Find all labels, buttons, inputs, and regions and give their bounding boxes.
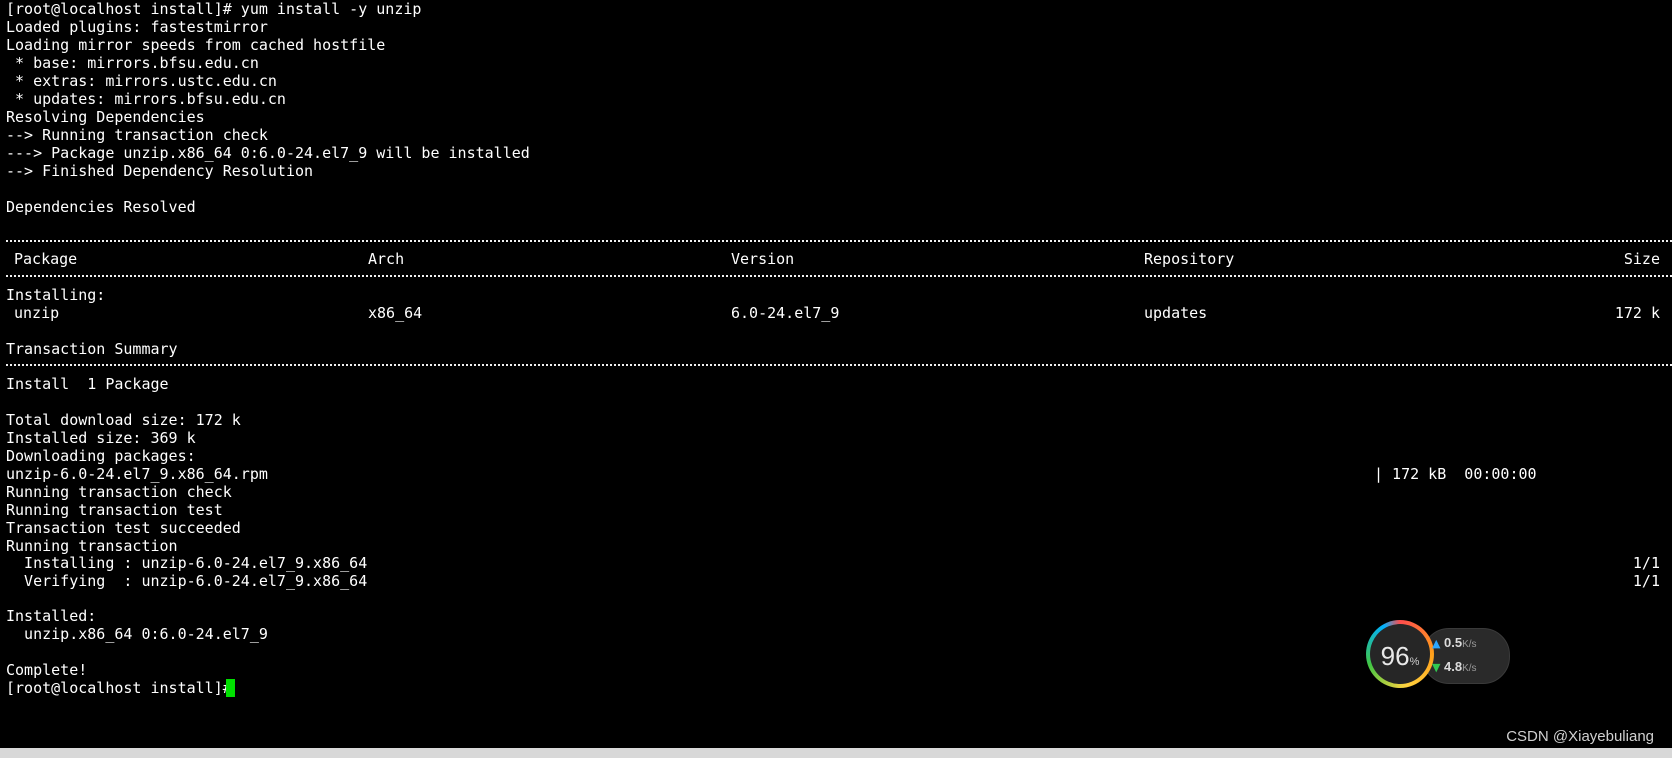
download-stats: | 172 kB 00:00:00 <box>1374 465 1537 483</box>
download-unit: K/s <box>1462 663 1477 674</box>
network-monitor-widget[interactable]: 96% ▲ 0.5K/s ▼ 4.8K/s <box>1366 620 1510 688</box>
cell-arch: x86_64 <box>368 304 423 322</box>
terminal-line: * updates: mirrors.bfsu.edu.cn <box>6 90 286 108</box>
separator-rule <box>6 275 1672 278</box>
download-file: unzip-6.0-24.el7_9.x86_64.rpm <box>6 465 268 483</box>
terminal-line: Running transaction check <box>6 483 232 501</box>
terminal-window[interactable]: [root@localhost install]# yum install -y… <box>0 0 1672 748</box>
step-line: Verifying : unzip-6.0-24.el7_9.x86_64 <box>6 572 368 590</box>
terminal-line: --> Running transaction check <box>6 126 268 144</box>
upload-value: 0.5 <box>1444 635 1463 650</box>
upload-speed: 0.5K/s <box>1444 635 1477 650</box>
cpu-value-text: 96 <box>1380 641 1410 671</box>
upload-unit: K/s <box>1462 639 1477 650</box>
terminal-line: Running transaction test <box>6 501 223 519</box>
terminal-line: Loading mirror speeds from cached hostfi… <box>6 36 386 54</box>
installed-package: unzip.x86_64 0:6.0-24.el7_9 <box>6 625 268 643</box>
shell-prompt[interactable]: [root@localhost install]# <box>6 679 241 698</box>
watermark: CSDN @Xiayebuliang <box>1506 728 1654 745</box>
cell-package: unzip <box>14 304 60 322</box>
terminal-line: ---> Package unzip.x86_64 0:6.0-24.el7_9… <box>6 144 530 162</box>
terminal-line: Dependencies Resolved <box>6 198 196 216</box>
col-header-arch: Arch <box>368 250 405 268</box>
summary-title: Transaction Summary <box>6 340 178 358</box>
complete-message: Complete! <box>6 661 88 679</box>
terminal-line: Installed size: 369 k <box>6 429 196 447</box>
terminal-line: Total download size: 172 k <box>6 411 241 429</box>
step-line: Installing : unzip-6.0-24.el7_9.x86_64 <box>6 554 368 572</box>
upload-arrow-icon: ▲ <box>1432 637 1441 650</box>
col-header-package: Package <box>14 250 78 268</box>
col-header-size: Size <box>1623 250 1660 268</box>
col-header-version: Version <box>731 250 795 268</box>
separator-rule <box>6 240 1672 243</box>
terminal-line: * extras: mirrors.ustc.edu.cn <box>6 72 277 90</box>
install-count: Install 1 Package <box>6 375 169 393</box>
cell-version: 6.0-24.el7_9 <box>731 304 840 322</box>
step-progress: 1/1 <box>1632 572 1660 590</box>
cpu-usage-ring: 96% <box>1366 620 1434 688</box>
text-cursor <box>226 679 235 697</box>
col-header-repository: Repository <box>1144 250 1235 268</box>
cell-size: 172 k <box>1614 304 1660 322</box>
terminal-line: * base: mirrors.bfsu.edu.cn <box>6 54 259 72</box>
separator-rule <box>6 364 1672 367</box>
section-label: Installing: <box>6 286 106 304</box>
terminal-line: [root@localhost install]# yum install -y… <box>6 0 422 18</box>
download-value: 4.8 <box>1444 659 1463 674</box>
terminal-line: Loaded plugins: fastestmirror <box>6 18 268 36</box>
terminal-line: Resolving Dependencies <box>6 108 205 126</box>
installed-title: Installed: <box>6 607 97 625</box>
step-progress: 1/1 <box>1632 554 1660 572</box>
terminal-line: Downloading packages: <box>6 447 196 465</box>
cpu-unit-text: % <box>1409 656 1420 668</box>
download-speed: 4.8K/s <box>1444 659 1477 674</box>
download-arrow-icon: ▼ <box>1432 661 1441 674</box>
cell-repository: updates <box>1144 304 1208 322</box>
terminal-line: Transaction test succeeded <box>6 519 241 537</box>
bottom-status-strip <box>0 748 1672 758</box>
cpu-usage-value: 96% <box>1370 641 1430 672</box>
terminal-line: --> Finished Dependency Resolution <box>6 162 314 180</box>
